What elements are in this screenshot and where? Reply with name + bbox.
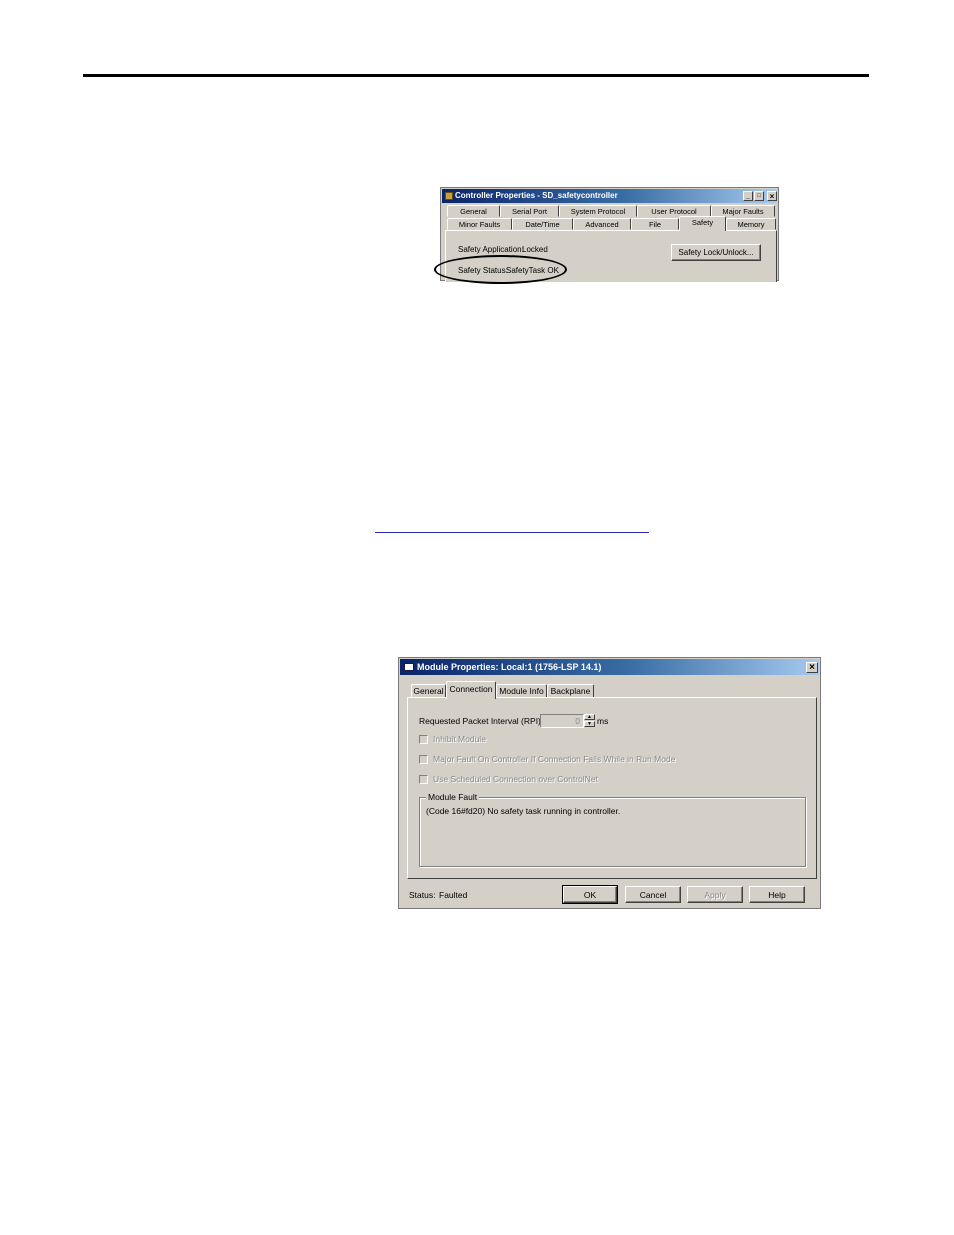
module-fault-title: Module Fault bbox=[426, 792, 480, 802]
module-fault-text: (Code 16#fd20) No safety task running in… bbox=[426, 806, 621, 816]
title-bar: Module Properties: Local:1 (1756-LSP 14.… bbox=[400, 659, 819, 675]
major-fault-label: Major Fault On Controller If Connection … bbox=[433, 754, 676, 764]
tab-memory[interactable]: Memory bbox=[726, 218, 776, 230]
hyperlink-underline[interactable] bbox=[375, 532, 649, 533]
rpi-input[interactable]: 0 bbox=[540, 714, 584, 728]
close-icon[interactable]: × bbox=[806, 662, 818, 673]
tab-general[interactable]: General bbox=[447, 205, 500, 217]
scheduled-connection-label: Use Scheduled Connection over ControlNet bbox=[433, 774, 598, 784]
tab-serial-port[interactable]: Serial Port bbox=[500, 205, 559, 217]
tab-module-info[interactable]: Module Info bbox=[496, 684, 547, 698]
spin-up-icon[interactable]: ▲ bbox=[584, 714, 595, 720]
inhibit-module-label: Inhibit Module bbox=[433, 734, 486, 744]
ok-button[interactable]: OK bbox=[562, 885, 618, 904]
scheduled-connection-checkbox[interactable] bbox=[419, 775, 428, 784]
maximize-icon[interactable]: □ bbox=[754, 191, 764, 201]
page-header-rule bbox=[83, 74, 869, 77]
app-icon bbox=[445, 192, 453, 200]
spin-down-icon[interactable]: ▼ bbox=[584, 721, 595, 727]
apply-button[interactable]: Apply bbox=[687, 886, 743, 903]
module-properties-dialog: Module Properties: Local:1 (1756-LSP 14.… bbox=[398, 657, 821, 909]
safety-lock-unlock-button[interactable]: Safety Lock/Unlock... bbox=[671, 244, 761, 261]
safety-application-label: Safety Application: bbox=[458, 245, 524, 254]
safety-status-value: SafetyTask OK bbox=[506, 266, 559, 275]
inhibit-module-checkbox[interactable] bbox=[419, 735, 428, 744]
title-bar: Controller Properties - SD_safetycontrol… bbox=[442, 189, 777, 203]
dialog-title: Controller Properties - SD_safetycontrol… bbox=[455, 191, 618, 200]
tab-backplane[interactable]: Backplane bbox=[547, 684, 594, 698]
tab-connection[interactable]: Connection bbox=[446, 681, 496, 699]
major-fault-checkbox[interactable] bbox=[419, 755, 428, 764]
tab-date-time[interactable]: Date/Time bbox=[512, 218, 573, 230]
tab-general[interactable]: General bbox=[411, 684, 446, 698]
tab-system-protocol[interactable]: System Protocol bbox=[559, 205, 637, 217]
help-button[interactable]: Help bbox=[749, 886, 805, 903]
rpi-unit: ms bbox=[597, 716, 609, 726]
module-fault-group: Module Fault (Code 16#fd20) No safety ta… bbox=[419, 792, 806, 867]
status-value: Faulted bbox=[439, 890, 468, 900]
controller-properties-dialog: Controller Properties - SD_safetycontrol… bbox=[440, 187, 779, 282]
tab-minor-faults[interactable]: Minor Faults bbox=[447, 218, 512, 230]
safety-application-value: Locked bbox=[522, 245, 548, 254]
cancel-button[interactable]: Cancel bbox=[625, 886, 681, 903]
minimize-icon[interactable]: _ bbox=[743, 191, 753, 201]
dialog-title: Module Properties: Local:1 (1756-LSP 14.… bbox=[417, 662, 602, 672]
tab-safety[interactable]: Safety bbox=[679, 216, 726, 231]
window-icon bbox=[404, 663, 414, 671]
tab-file[interactable]: File bbox=[631, 218, 679, 230]
safety-status-label: Safety Status: bbox=[458, 266, 508, 275]
close-icon[interactable]: × bbox=[767, 191, 777, 201]
status-label: Status: bbox=[409, 890, 436, 900]
rpi-label: Requested Packet Interval (RPI): bbox=[419, 716, 544, 726]
tab-advanced[interactable]: Advanced bbox=[573, 218, 631, 230]
